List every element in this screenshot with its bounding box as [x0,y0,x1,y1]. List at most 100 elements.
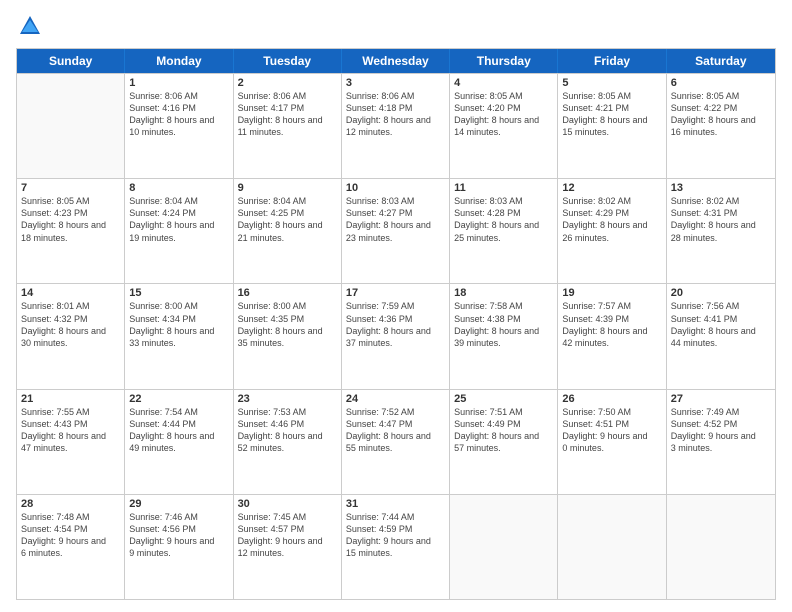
day-info: Sunrise: 7:48 AMSunset: 4:54 PMDaylight:… [21,511,120,560]
day-number: 28 [21,498,120,510]
day-info: Sunrise: 8:06 AMSunset: 4:18 PMDaylight:… [346,90,445,139]
day-cell: 17Sunrise: 7:59 AMSunset: 4:36 PMDayligh… [342,284,450,388]
day-number: 30 [238,498,337,510]
day-info: Sunrise: 8:03 AMSunset: 4:28 PMDaylight:… [454,195,553,244]
day-number: 16 [238,287,337,299]
week-row-2: 7Sunrise: 8:05 AMSunset: 4:23 PMDaylight… [17,178,775,283]
day-cell: 3Sunrise: 8:06 AMSunset: 4:18 PMDaylight… [342,74,450,178]
header [16,12,776,40]
day-number: 9 [238,182,337,194]
day-cell: 27Sunrise: 7:49 AMSunset: 4:52 PMDayligh… [667,390,775,494]
day-number: 3 [346,77,445,89]
day-cell: 6Sunrise: 8:05 AMSunset: 4:22 PMDaylight… [667,74,775,178]
day-number: 29 [129,498,228,510]
week-row-3: 14Sunrise: 8:01 AMSunset: 4:32 PMDayligh… [17,283,775,388]
day-number: 13 [671,182,771,194]
week-row-5: 28Sunrise: 7:48 AMSunset: 4:54 PMDayligh… [17,494,775,599]
calendar-body: 1Sunrise: 8:06 AMSunset: 4:16 PMDaylight… [17,73,775,599]
day-cell: 24Sunrise: 7:52 AMSunset: 4:47 PMDayligh… [342,390,450,494]
day-number: 31 [346,498,445,510]
day-cell: 23Sunrise: 7:53 AMSunset: 4:46 PMDayligh… [234,390,342,494]
day-info: Sunrise: 7:59 AMSunset: 4:36 PMDaylight:… [346,300,445,349]
day-cell: 29Sunrise: 7:46 AMSunset: 4:56 PMDayligh… [125,495,233,599]
day-info: Sunrise: 8:06 AMSunset: 4:16 PMDaylight:… [129,90,228,139]
day-info: Sunrise: 7:58 AMSunset: 4:38 PMDaylight:… [454,300,553,349]
day-cell: 9Sunrise: 8:04 AMSunset: 4:25 PMDaylight… [234,179,342,283]
day-number: 22 [129,393,228,405]
day-info: Sunrise: 8:05 AMSunset: 4:23 PMDaylight:… [21,195,120,244]
day-cell: 5Sunrise: 8:05 AMSunset: 4:21 PMDaylight… [558,74,666,178]
day-info: Sunrise: 8:03 AMSunset: 4:27 PMDaylight:… [346,195,445,244]
day-number: 24 [346,393,445,405]
day-cell: 11Sunrise: 8:03 AMSunset: 4:28 PMDayligh… [450,179,558,283]
day-cell: 10Sunrise: 8:03 AMSunset: 4:27 PMDayligh… [342,179,450,283]
day-info: Sunrise: 7:52 AMSunset: 4:47 PMDaylight:… [346,406,445,455]
day-number: 5 [562,77,661,89]
day-cell [17,74,125,178]
page: SundayMondayTuesdayWednesdayThursdayFrid… [0,0,792,612]
day-info: Sunrise: 7:51 AMSunset: 4:49 PMDaylight:… [454,406,553,455]
day-cell: 1Sunrise: 8:06 AMSunset: 4:16 PMDaylight… [125,74,233,178]
day-cell: 13Sunrise: 8:02 AMSunset: 4:31 PMDayligh… [667,179,775,283]
day-info: Sunrise: 7:44 AMSunset: 4:59 PMDaylight:… [346,511,445,560]
week-row-4: 21Sunrise: 7:55 AMSunset: 4:43 PMDayligh… [17,389,775,494]
calendar: SundayMondayTuesdayWednesdayThursdayFrid… [16,48,776,600]
day-info: Sunrise: 8:05 AMSunset: 4:20 PMDaylight:… [454,90,553,139]
day-info: Sunrise: 7:49 AMSunset: 4:52 PMDaylight:… [671,406,771,455]
day-info: Sunrise: 7:46 AMSunset: 4:56 PMDaylight:… [129,511,228,560]
day-info: Sunrise: 7:53 AMSunset: 4:46 PMDaylight:… [238,406,337,455]
day-cell [558,495,666,599]
day-info: Sunrise: 8:05 AMSunset: 4:22 PMDaylight:… [671,90,771,139]
day-cell: 28Sunrise: 7:48 AMSunset: 4:54 PMDayligh… [17,495,125,599]
day-number: 2 [238,77,337,89]
day-header-monday: Monday [125,49,233,73]
day-number: 27 [671,393,771,405]
day-cell: 15Sunrise: 8:00 AMSunset: 4:34 PMDayligh… [125,284,233,388]
logo [16,12,48,40]
day-info: Sunrise: 8:01 AMSunset: 4:32 PMDaylight:… [21,300,120,349]
day-cell: 18Sunrise: 7:58 AMSunset: 4:38 PMDayligh… [450,284,558,388]
day-cell: 20Sunrise: 7:56 AMSunset: 4:41 PMDayligh… [667,284,775,388]
day-number: 21 [21,393,120,405]
day-cell: 14Sunrise: 8:01 AMSunset: 4:32 PMDayligh… [17,284,125,388]
day-cell: 26Sunrise: 7:50 AMSunset: 4:51 PMDayligh… [558,390,666,494]
day-number: 26 [562,393,661,405]
day-info: Sunrise: 7:50 AMSunset: 4:51 PMDaylight:… [562,406,661,455]
day-cell: 2Sunrise: 8:06 AMSunset: 4:17 PMDaylight… [234,74,342,178]
day-header-tuesday: Tuesday [234,49,342,73]
day-header-wednesday: Wednesday [342,49,450,73]
day-number: 25 [454,393,553,405]
day-info: Sunrise: 7:57 AMSunset: 4:39 PMDaylight:… [562,300,661,349]
day-info: Sunrise: 8:04 AMSunset: 4:24 PMDaylight:… [129,195,228,244]
day-cell [667,495,775,599]
day-number: 6 [671,77,771,89]
day-cell: 30Sunrise: 7:45 AMSunset: 4:57 PMDayligh… [234,495,342,599]
day-info: Sunrise: 8:05 AMSunset: 4:21 PMDaylight:… [562,90,661,139]
day-info: Sunrise: 8:06 AMSunset: 4:17 PMDaylight:… [238,90,337,139]
day-number: 12 [562,182,661,194]
day-header-friday: Friday [558,49,666,73]
day-cell: 21Sunrise: 7:55 AMSunset: 4:43 PMDayligh… [17,390,125,494]
day-cell: 16Sunrise: 8:00 AMSunset: 4:35 PMDayligh… [234,284,342,388]
day-cell: 25Sunrise: 7:51 AMSunset: 4:49 PMDayligh… [450,390,558,494]
day-header-thursday: Thursday [450,49,558,73]
day-number: 14 [21,287,120,299]
day-cell [450,495,558,599]
day-number: 19 [562,287,661,299]
day-number: 8 [129,182,228,194]
day-cell: 7Sunrise: 8:05 AMSunset: 4:23 PMDaylight… [17,179,125,283]
day-number: 15 [129,287,228,299]
day-info: Sunrise: 8:00 AMSunset: 4:34 PMDaylight:… [129,300,228,349]
day-cell: 12Sunrise: 8:02 AMSunset: 4:29 PMDayligh… [558,179,666,283]
day-number: 18 [454,287,553,299]
day-cell: 19Sunrise: 7:57 AMSunset: 4:39 PMDayligh… [558,284,666,388]
day-info: Sunrise: 7:45 AMSunset: 4:57 PMDaylight:… [238,511,337,560]
day-info: Sunrise: 7:54 AMSunset: 4:44 PMDaylight:… [129,406,228,455]
day-number: 1 [129,77,228,89]
day-cell: 4Sunrise: 8:05 AMSunset: 4:20 PMDaylight… [450,74,558,178]
day-cell: 8Sunrise: 8:04 AMSunset: 4:24 PMDaylight… [125,179,233,283]
day-number: 4 [454,77,553,89]
day-header-saturday: Saturday [667,49,775,73]
day-info: Sunrise: 8:04 AMSunset: 4:25 PMDaylight:… [238,195,337,244]
day-info: Sunrise: 8:02 AMSunset: 4:31 PMDaylight:… [671,195,771,244]
